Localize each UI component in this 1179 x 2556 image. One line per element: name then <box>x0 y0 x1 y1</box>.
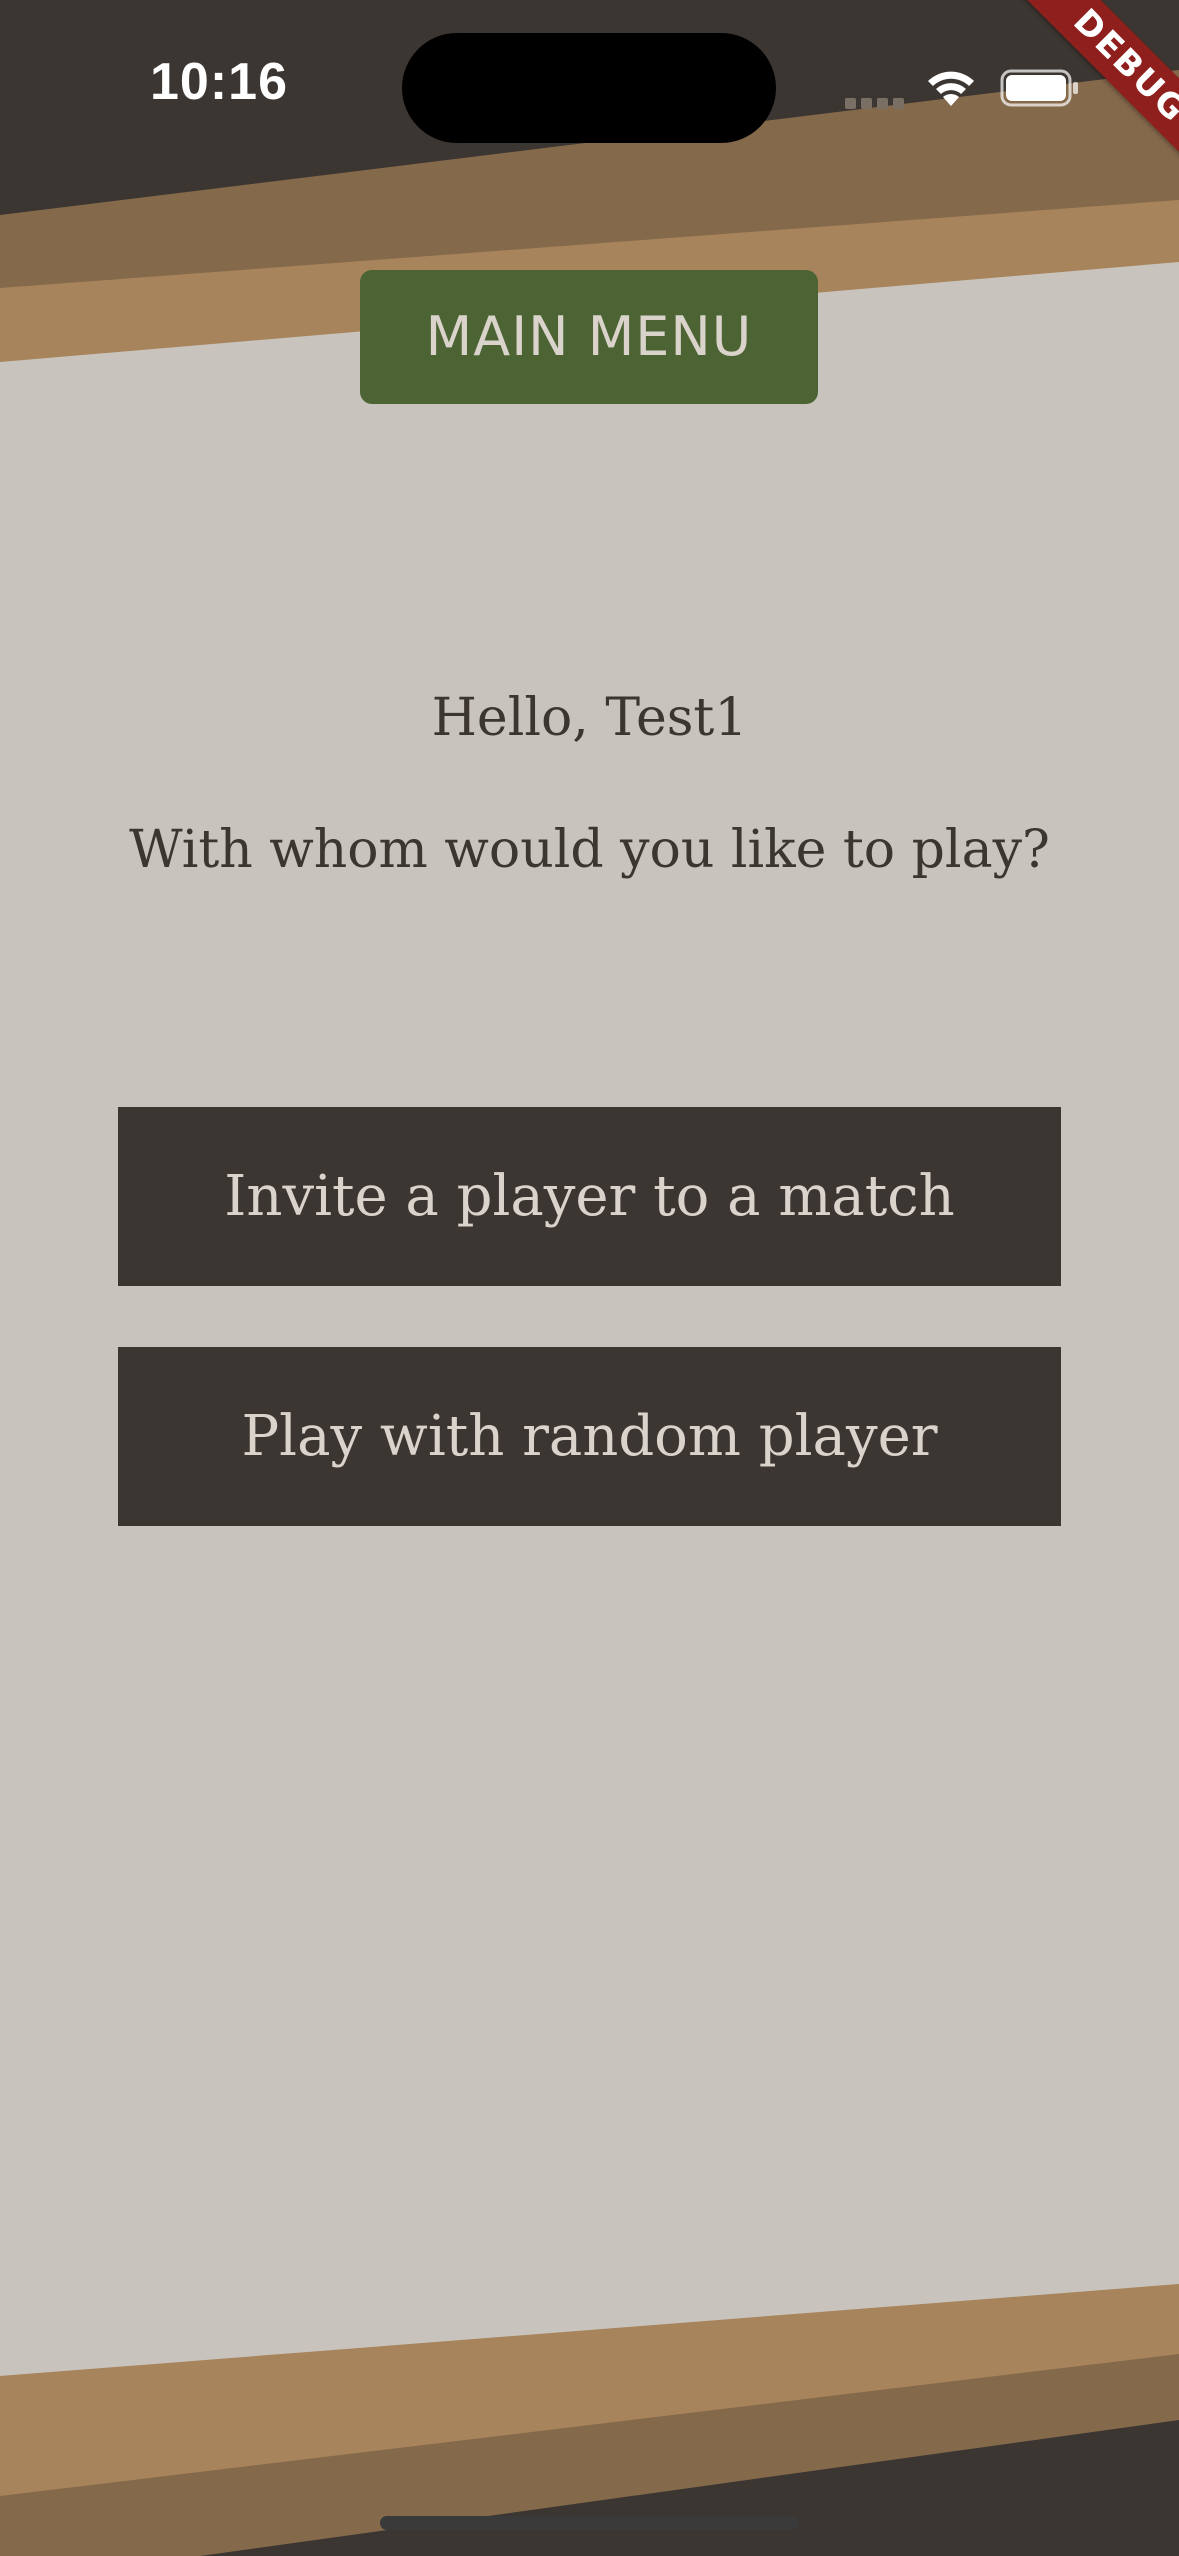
greeting-text: Hello, Test1 <box>431 688 748 748</box>
cell-signal-icon <box>845 95 905 109</box>
play-question-text: With whom would you like to play? <box>129 820 1050 880</box>
wifi-icon <box>928 71 974 106</box>
status-time: 10:16 <box>150 53 288 111</box>
home-indicator[interactable] <box>380 2516 799 2530</box>
dynamic-island <box>402 33 776 143</box>
main-menu-button[interactable]: MAIN MENU <box>360 270 818 404</box>
invite-player-button[interactable]: Invite a player to a match <box>118 1107 1061 1286</box>
random-player-button[interactable]: Play with random player <box>118 1347 1061 1526</box>
battery-icon <box>1000 69 1078 107</box>
